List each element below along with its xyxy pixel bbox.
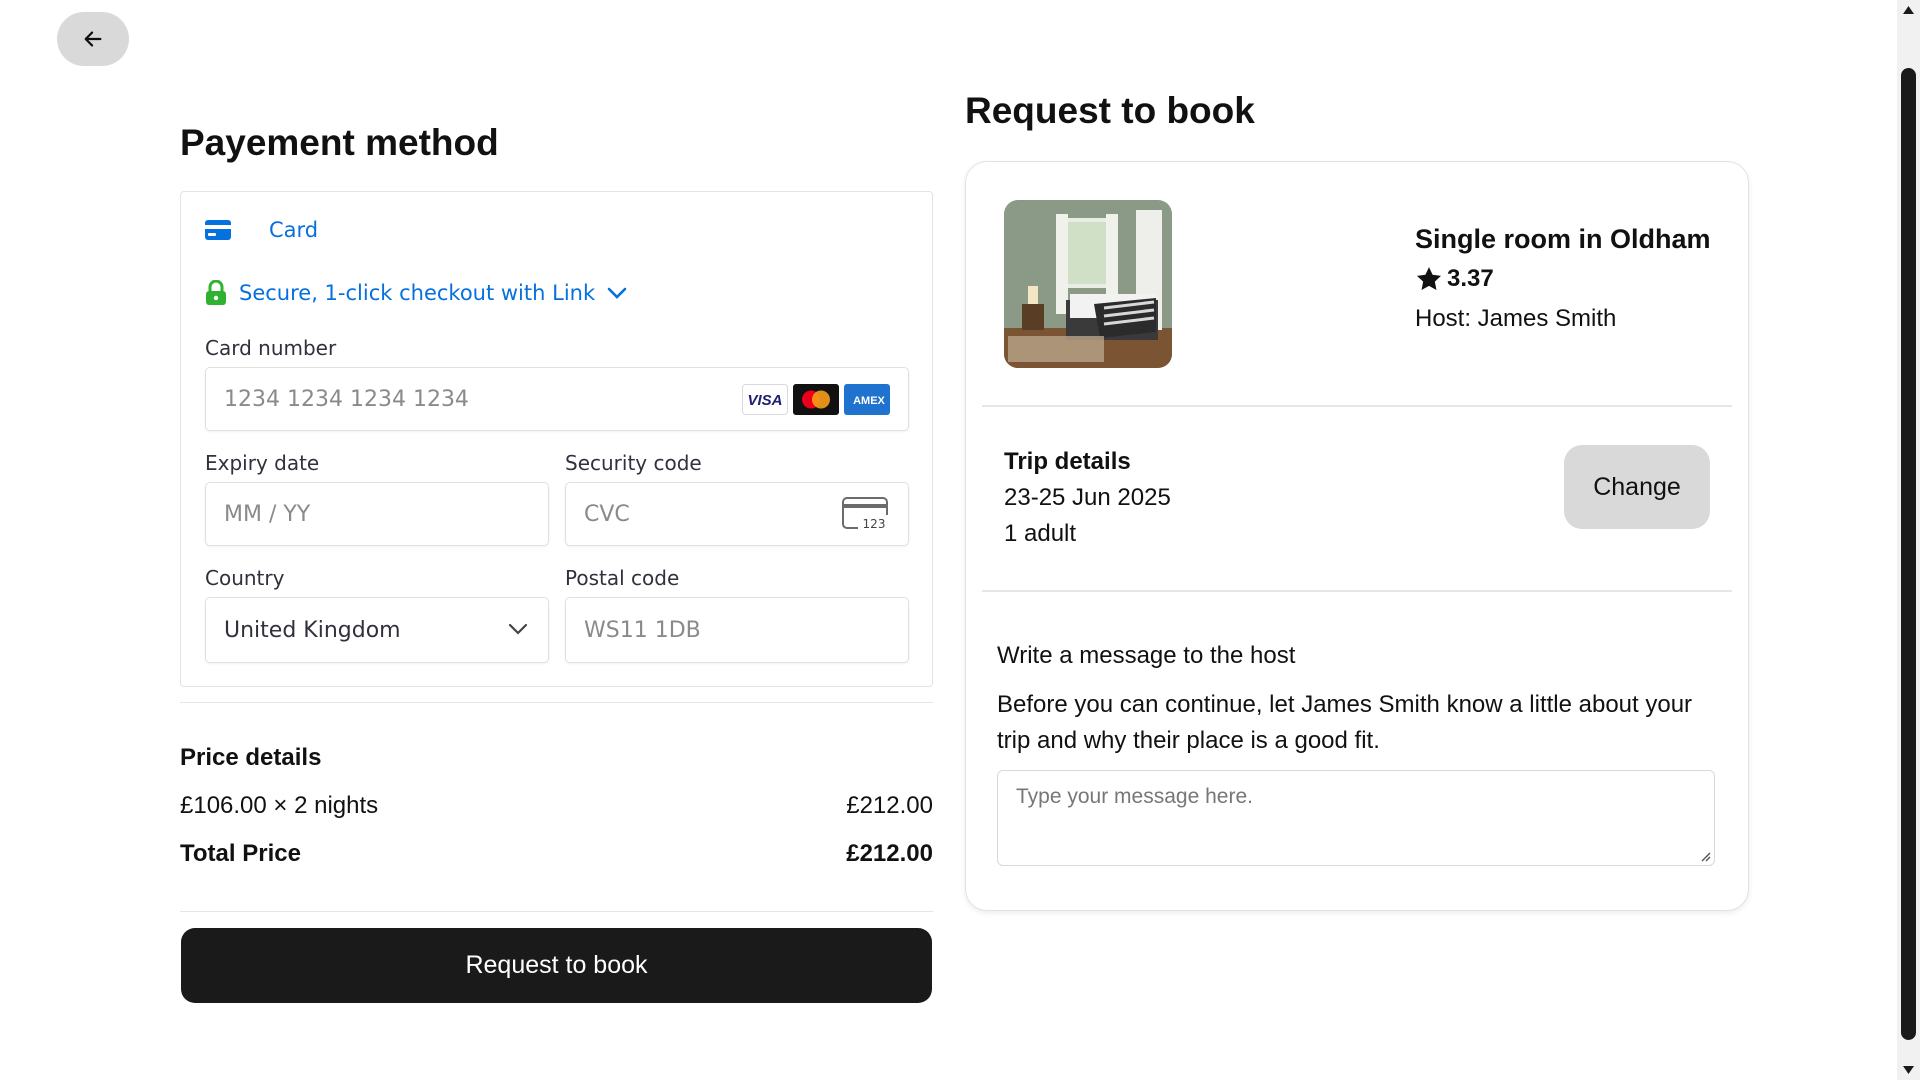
expiry-date-input[interactable]: MM / YY: [205, 482, 549, 546]
mastercard-logo-icon: mastercard: [793, 384, 839, 415]
price-line-value: £212.00: [846, 792, 933, 819]
cvc-icon-text: 123: [863, 517, 886, 531]
visa-logo-text: VISA: [747, 392, 782, 409]
divider: [982, 590, 1732, 592]
price-details-title: Price details: [180, 744, 322, 771]
payment-form: Card Secure, 1-click checkout with Link …: [180, 191, 933, 687]
total-price-line: Total Price £212.00: [180, 840, 933, 868]
change-trip-button[interactable]: Change: [1564, 445, 1710, 529]
page-scrollbar[interactable]: [1897, 0, 1920, 1080]
scroll-down-arrow-icon[interactable]: [1902, 1065, 1915, 1075]
price-line-label: £106.00 × 2 nights: [180, 792, 379, 819]
amex-logo-icon: AMEX: [844, 384, 890, 415]
request-to-book-title: Request to book: [965, 90, 1255, 131]
security-code-label: Security code: [565, 451, 702, 475]
postal-code-label: Postal code: [565, 566, 680, 590]
postal-code-placeholder: WS11 1DB: [584, 617, 701, 643]
star-icon: [1416, 267, 1442, 290]
message-textarea[interactable]: Type your message here.: [997, 770, 1715, 866]
security-code-placeholder: CVC: [584, 501, 630, 527]
card-number-input[interactable]: 1234 1234 1234 1234 VISA mastercard AMEX: [205, 367, 909, 431]
card-brand-logos: VISA mastercard AMEX: [742, 384, 890, 415]
back-button[interactable]: [57, 12, 129, 66]
security-code-input[interactable]: CVC 123: [565, 482, 909, 546]
total-price-label: Total Price: [180, 840, 301, 867]
expiry-date-placeholder: MM / YY: [224, 501, 311, 527]
lock-icon: [206, 280, 226, 305]
listing-rating: 3.37: [1415, 265, 1711, 293]
payment-method-title: Payement method: [180, 122, 499, 163]
card-number-label: Card number: [205, 336, 337, 360]
amex-logo-text: AMEX: [853, 395, 885, 407]
link-checkout-toggle[interactable]: Secure, 1-click checkout with Link: [205, 280, 627, 306]
visa-logo-icon: VISA: [742, 384, 788, 415]
room-photo: [1004, 200, 1172, 368]
listing-info: Single room in Oldham 3.37 Host: James S…: [1415, 224, 1711, 333]
country-label: Country: [205, 566, 285, 590]
listing-title: Single room in Oldham: [1415, 224, 1711, 254]
card-number-placeholder: 1234 1234 1234 1234: [224, 386, 469, 412]
divider: [982, 405, 1732, 407]
price-line: £106.00 × 2 nights £212.00: [180, 792, 933, 820]
credit-card-icon: [205, 220, 231, 240]
card-tab[interactable]: Card: [205, 218, 318, 242]
postal-code-input[interactable]: WS11 1DB: [565, 597, 909, 663]
total-price-value: £212.00: [846, 840, 933, 867]
booking-summary-card: Single room in Oldham 3.37 Host: James S…: [965, 161, 1749, 911]
rating-value: 3.37: [1447, 265, 1494, 292]
host-name: Host: James Smith: [1415, 305, 1617, 332]
cvc-card-icon: 123: [842, 497, 890, 531]
message-description: Before you can continue, let James Smith…: [997, 691, 1693, 754]
expiry-date-label: Expiry date: [205, 451, 320, 475]
trip-dates: 23-25 Jun 2025: [1004, 484, 1171, 511]
trip-details-title: Trip details: [1004, 448, 1131, 475]
chevron-down-icon: [508, 623, 528, 635]
link-checkout-label: Secure, 1-click checkout with Link: [239, 281, 596, 305]
card-tab-label: Card: [269, 218, 319, 242]
resize-handle-icon[interactable]: [1699, 850, 1711, 862]
arrow-left-icon: [84, 31, 102, 47]
request-to-book-button[interactable]: Request to book: [181, 928, 932, 1003]
divider: [180, 702, 933, 703]
trip-guests: 1 adult: [1004, 520, 1077, 547]
scroll-up-arrow-icon[interactable]: [1902, 5, 1915, 15]
message-placeholder: Type your message here.: [1016, 785, 1253, 808]
message-heading: Write a message to the host: [997, 642, 1296, 669]
divider: [180, 911, 933, 912]
country-select[interactable]: United Kingdom: [205, 597, 549, 663]
scrollbar-thumb[interactable]: [1901, 68, 1916, 1040]
chevron-down-icon: [607, 287, 627, 299]
country-value: United Kingdom: [224, 617, 401, 643]
